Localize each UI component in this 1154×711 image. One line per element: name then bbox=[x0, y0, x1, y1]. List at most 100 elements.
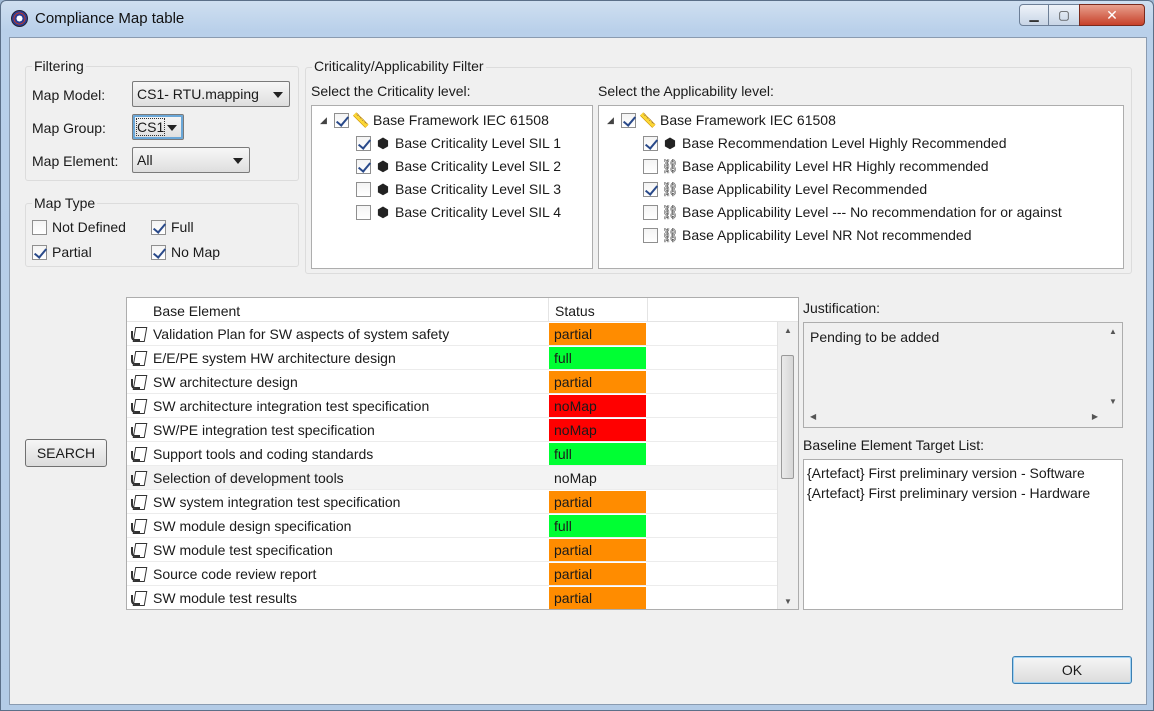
table-row[interactable]: SW architecture design partial bbox=[127, 370, 777, 394]
base-element-cell: SW architecture design bbox=[131, 370, 298, 394]
tree-node-hr[interactable]: ⛓ Base Applicability Level HR Highly rec… bbox=[643, 155, 989, 177]
tree-node-recommended[interactable]: ⛓ Base Applicability Level Recommended bbox=[643, 178, 927, 200]
table-row[interactable]: Selection of development tools noMap bbox=[127, 466, 777, 490]
map-element-select[interactable]: All bbox=[132, 147, 250, 173]
checkbox-box[interactable] bbox=[356, 158, 371, 174]
applicability-tree[interactable]: ◢ 📏 Base Framework IEC 61508 ⬢ Base Reco… bbox=[598, 105, 1124, 269]
status-cell: noMap bbox=[549, 419, 646, 441]
search-button[interactable]: SEARCH bbox=[25, 439, 107, 467]
table-row[interactable]: SW module design specification full bbox=[127, 514, 777, 538]
base-element-cell: Source code review report bbox=[131, 562, 316, 586]
checkbox-box[interactable] bbox=[334, 112, 349, 128]
status-text: noMap bbox=[554, 422, 597, 438]
tree-node-base-framework[interactable]: ◢ 📏 Base Framework IEC 61508 bbox=[607, 109, 836, 131]
scroll-up-arrow-icon[interactable]: ▲ bbox=[778, 322, 798, 338]
artefact-icon bbox=[131, 542, 147, 558]
checkbox-box[interactable] bbox=[643, 135, 658, 151]
table-row[interactable]: SW module test results partial bbox=[127, 586, 777, 609]
not-defined-checkbox[interactable]: Not Defined bbox=[32, 219, 126, 235]
table-row[interactable]: Source code review report partial bbox=[127, 562, 777, 586]
status-cell: partial bbox=[549, 491, 646, 513]
tree-node-sil-4[interactable]: ⬢ Base Criticality Level SIL 4 bbox=[356, 201, 561, 223]
maximize-button[interactable]: ▢ bbox=[1048, 4, 1080, 26]
map-group-select[interactable]: CS1 bbox=[132, 114, 184, 140]
artefact-icon bbox=[131, 494, 147, 510]
full-checkbox[interactable]: Full bbox=[151, 219, 194, 235]
table-row[interactable]: Support tools and coding standards full bbox=[127, 442, 777, 466]
status-text: partial bbox=[554, 566, 593, 582]
checkbox-box[interactable] bbox=[643, 227, 658, 243]
checkbox-box[interactable] bbox=[356, 181, 371, 197]
cube-icon: ⬢ bbox=[376, 203, 390, 220]
checkbox-box[interactable] bbox=[356, 135, 371, 151]
criticality-tree[interactable]: ◢ 📏 Base Framework IEC 61508 ⬢ Base Crit… bbox=[311, 105, 593, 269]
tree-node-highly-recommended[interactable]: ⬢ Base Recommendation Level Highly Recom… bbox=[643, 132, 1007, 154]
minimize-button[interactable]: ▁ bbox=[1019, 4, 1049, 26]
tree-node-base-framework[interactable]: ◢ 📏 Base Framework IEC 61508 bbox=[320, 109, 549, 131]
table-row[interactable]: SW module test specification partial bbox=[127, 538, 777, 562]
base-element-cell: E/E/PE system HW architecture design bbox=[131, 346, 396, 370]
base-element-name: SW module test results bbox=[153, 590, 297, 606]
justification-text: Pending to be added bbox=[810, 329, 940, 345]
close-button[interactable]: ✕ bbox=[1079, 4, 1145, 26]
checkbox-box[interactable] bbox=[151, 219, 166, 235]
col-base-element-header[interactable]: Base Element bbox=[147, 298, 549, 322]
checkbox-box[interactable] bbox=[151, 244, 166, 260]
expand-triangle-icon[interactable]: ◢ bbox=[607, 115, 617, 126]
chevron-down-icon bbox=[233, 158, 243, 164]
checkbox-box[interactable] bbox=[643, 181, 658, 197]
status-cell: full bbox=[549, 347, 646, 369]
expand-triangle-icon[interactable]: ◢ bbox=[320, 115, 330, 126]
base-element-name: SW/PE integration test specification bbox=[153, 422, 375, 438]
list-item[interactable]: {Artefact} First preliminary version - H… bbox=[807, 485, 1090, 501]
checkbox-box[interactable] bbox=[643, 158, 658, 174]
status-text: partial bbox=[554, 494, 593, 510]
tree-node-nr[interactable]: ⛓ Base Applicability Level NR Not recomm… bbox=[643, 224, 971, 246]
status-cell: partial bbox=[549, 563, 646, 585]
base-element-cell: Support tools and coding standards bbox=[131, 442, 373, 466]
scroll-up-arrow-icon[interactable]: ▲ bbox=[1104, 323, 1122, 339]
table-row[interactable]: Validation Plan for SW aspects of system… bbox=[127, 322, 777, 346]
checkbox-box[interactable] bbox=[32, 219, 47, 235]
baseline-target-list[interactable]: {Artefact} First preliminary version - S… bbox=[803, 459, 1123, 610]
ruler-icon: 📏 bbox=[639, 111, 657, 128]
scroll-down-arrow-icon[interactable]: ▼ bbox=[1104, 393, 1122, 409]
title-bar[interactable]: Compliance Map table ▁ ▢ ✕ bbox=[1, 1, 1153, 37]
tree-node-sil-2[interactable]: ⬢ Base Criticality Level SIL 2 bbox=[356, 155, 561, 177]
justification-horizontal-scrollbar[interactable]: ◀ ▶ bbox=[804, 409, 1104, 427]
tree-node-sil-3[interactable]: ⬢ Base Criticality Level SIL 3 bbox=[356, 178, 561, 200]
base-element-name: SW architecture integration test specifi… bbox=[153, 398, 430, 414]
map-model-value: CS1- RTU.mapping bbox=[137, 86, 259, 102]
checkbox-box[interactable] bbox=[32, 244, 47, 260]
table-row[interactable]: SW system integration test specification… bbox=[127, 490, 777, 514]
scroll-right-arrow-icon[interactable]: ▶ bbox=[1092, 412, 1098, 421]
checkbox-box[interactable] bbox=[356, 204, 371, 220]
ok-button[interactable]: OK bbox=[1012, 656, 1132, 684]
scroll-thumb[interactable] bbox=[781, 355, 794, 479]
justification-vertical-scrollbar[interactable]: ▲ ▼ bbox=[1104, 323, 1122, 409]
no-map-checkbox[interactable]: No Map bbox=[151, 244, 220, 260]
tree-node-no-recommendation[interactable]: ⛓ Base Applicability Level --- No recomm… bbox=[643, 201, 1062, 223]
map-model-label: Map Model: bbox=[32, 87, 106, 103]
partial-checkbox[interactable]: Partial bbox=[32, 244, 92, 260]
status-cell: full bbox=[549, 443, 646, 465]
scroll-down-arrow-icon[interactable]: ▼ bbox=[778, 593, 798, 609]
tree-node-label: Base Framework IEC 61508 bbox=[373, 112, 549, 128]
tree-node-sil-1[interactable]: ⬢ Base Criticality Level SIL 1 bbox=[356, 132, 561, 154]
table-row[interactable]: SW architecture integration test specifi… bbox=[127, 394, 777, 418]
list-item[interactable]: {Artefact} First preliminary version - S… bbox=[807, 465, 1085, 481]
status-cell: partial bbox=[549, 587, 646, 609]
table-vertical-scrollbar[interactable]: ▲ ▼ bbox=[777, 322, 798, 609]
table-row[interactable]: SW/PE integration test specification noMa… bbox=[127, 418, 777, 442]
checkbox-box[interactable] bbox=[621, 112, 636, 128]
justification-textarea[interactable]: Pending to be added ▲ ▼ ◀ ▶ bbox=[803, 322, 1123, 428]
status-text: noMap bbox=[554, 398, 597, 414]
status-text: partial bbox=[554, 374, 593, 390]
col-status-header[interactable]: Status bbox=[549, 298, 648, 322]
scroll-left-arrow-icon[interactable]: ◀ bbox=[810, 412, 816, 421]
compliance-table[interactable]: Base Element Status Validation Plan for … bbox=[126, 297, 799, 610]
map-model-select[interactable]: CS1- RTU.mapping bbox=[132, 81, 290, 107]
cube-icon: ⬢ bbox=[376, 180, 390, 197]
checkbox-box[interactable] bbox=[643, 204, 658, 220]
table-row[interactable]: E/E/PE system HW architecture design full bbox=[127, 346, 777, 370]
